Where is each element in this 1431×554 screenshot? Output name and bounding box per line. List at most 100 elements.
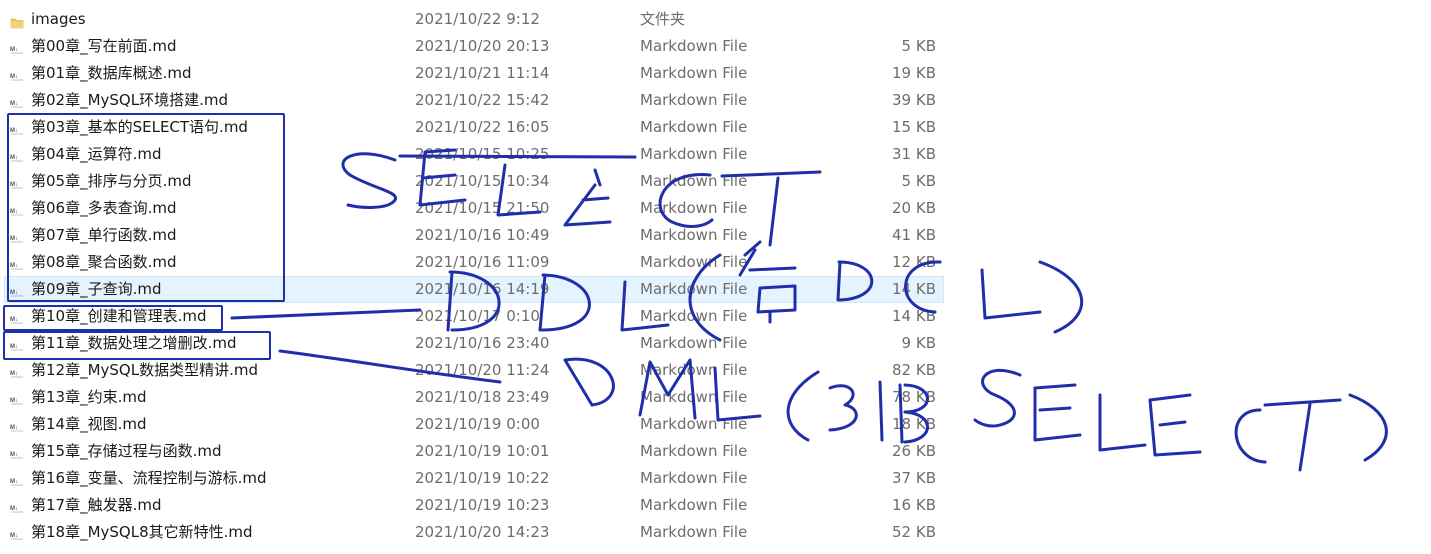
file-name: 第00章_写在前面.md — [31, 37, 177, 55]
svg-text:M↓: M↓ — [10, 182, 18, 188]
svg-text:M↓: M↓ — [10, 128, 18, 134]
file-modified-date: 2021/10/20 11:24 — [415, 361, 550, 379]
file-row[interactable]: M↓ 第12章_MySQL数据类型精讲.md 2021/10/20 11:24 Mar… — [0, 357, 1431, 384]
file-size: 16 KB — [892, 496, 936, 514]
file-size: 18 KB — [892, 415, 936, 433]
file-row[interactable]: M↓ 第02章_MySQL环境搭建.md 2021/10/22 15:42 Markd… — [0, 87, 1431, 114]
svg-text:M↓: M↓ — [10, 479, 18, 485]
file-type: Markdown File — [640, 118, 748, 136]
file-row[interactable]: M↓ 第18章_MySQL8其它新特性.md 2021/10/20 14:23 Mar… — [0, 519, 1431, 546]
file-type: Markdown File — [640, 307, 748, 325]
file-modified-date: 2021/10/15 21:50 — [415, 199, 550, 217]
markdown-file-icon: M↓ — [10, 228, 24, 243]
file-size: 41 KB — [892, 226, 936, 244]
file-row[interactable]: M↓ 第11章_数据处理之增删改.md 2021/10/16 23:40 Markdo… — [0, 330, 1431, 357]
svg-text:M↓: M↓ — [10, 371, 18, 377]
markdown-file-icon: M↓ — [10, 282, 24, 297]
markdown-file-icon: M↓ — [10, 255, 24, 270]
file-size: 26 KB — [892, 442, 936, 460]
file-size: 37 KB — [892, 469, 936, 487]
markdown-file-icon: M↓ — [10, 201, 24, 216]
file-modified-date: 2021/10/16 23:40 — [415, 334, 550, 352]
file-modified-date: 2021/10/19 10:22 — [415, 469, 550, 487]
file-type: Markdown File — [640, 469, 748, 487]
file-size: 15 KB — [892, 118, 936, 136]
file-type: Markdown File — [640, 334, 748, 352]
file-size: 82 KB — [892, 361, 936, 379]
file-row[interactable]: M↓ 第14章_视图.md 2021/10/19 0:00 Markdown File… — [0, 411, 1431, 438]
file-row[interactable]: M↓ 第06章_多表查询.md 2021/10/15 21:50 Markdown F… — [0, 195, 1431, 222]
file-row[interactable]: images 2021/10/22 9:12 文件夹 — [0, 6, 1431, 33]
svg-text:M↓: M↓ — [10, 263, 18, 269]
svg-text:M↓: M↓ — [10, 506, 18, 512]
markdown-file-icon: M↓ — [10, 93, 24, 108]
file-size: 5 KB — [901, 172, 936, 190]
file-type: Markdown File — [640, 442, 748, 460]
markdown-file-icon: M↓ — [10, 309, 24, 324]
file-row[interactable]: M↓ 第13章_约束.md 2021/10/18 23:49 Markdown Fil… — [0, 384, 1431, 411]
file-size: 14 KB — [892, 280, 936, 298]
file-type: Markdown File — [640, 199, 748, 217]
svg-text:M↓: M↓ — [10, 425, 18, 431]
file-row[interactable]: M↓ 第03章_基本的SELECT语句.md 2021/10/22 16:05 Mar… — [0, 114, 1431, 141]
file-size: 78 KB — [892, 388, 936, 406]
file-size: 31 KB — [892, 145, 936, 163]
svg-text:M↓: M↓ — [10, 533, 18, 539]
file-type: Markdown File — [640, 145, 748, 163]
file-list: images 2021/10/22 9:12 文件夹 M↓ 第00章_写在前面.md 20… — [0, 6, 1431, 546]
file-modified-date: 2021/10/19 0:00 — [415, 415, 540, 433]
markdown-file-icon: M↓ — [10, 147, 24, 162]
file-modified-date: 2021/10/20 14:23 — [415, 523, 550, 541]
file-modified-date: 2021/10/22 16:05 — [415, 118, 550, 136]
markdown-file-icon: M↓ — [10, 498, 24, 513]
file-row[interactable]: M↓ 第05章_排序与分页.md 2021/10/15 10:34 Markdown … — [0, 168, 1431, 195]
file-name: 第01章_数据库概述.md — [31, 64, 192, 82]
file-size: 14 KB — [892, 307, 936, 325]
file-modified-date: 2021/10/16 14:19 — [415, 280, 550, 298]
markdown-file-icon: M↓ — [10, 471, 24, 486]
file-modified-date: 2021/10/22 9:12 — [415, 10, 540, 28]
file-row[interactable]: M↓ 第09章_子查询.md 2021/10/16 14:19 Markdown Fi… — [4, 276, 944, 303]
file-size: 52 KB — [892, 523, 936, 541]
file-row[interactable]: M↓ 第16章_变量、流程控制与游标.md 2021/10/19 10:22 Mark… — [0, 465, 1431, 492]
file-type: Markdown File — [640, 415, 748, 433]
file-name: 第18章_MySQL8其它新特性.md — [31, 523, 253, 541]
file-row[interactable]: M↓ 第07章_单行函数.md 2021/10/16 10:49 Markdown F… — [0, 222, 1431, 249]
file-modified-date: 2021/10/21 11:14 — [415, 64, 550, 82]
svg-text:M↓: M↓ — [10, 398, 18, 404]
markdown-file-icon: M↓ — [10, 417, 24, 432]
file-row[interactable]: M↓ 第00章_写在前面.md 2021/10/20 20:13 Markdown F… — [0, 33, 1431, 60]
file-name: 第08章_聚合函数.md — [31, 253, 177, 271]
markdown-file-icon: M↓ — [10, 120, 24, 135]
file-row[interactable]: M↓ 第08章_聚合函数.md 2021/10/16 11:09 Markdown F… — [0, 249, 1431, 276]
file-type: Markdown File — [640, 91, 748, 109]
file-type: Markdown File — [640, 361, 748, 379]
file-name: 第05章_排序与分页.md — [31, 172, 192, 190]
file-type: Markdown File — [640, 253, 748, 271]
file-size: 20 KB — [892, 199, 936, 217]
file-row[interactable]: M↓ 第10章_创建和管理表.md 2021/10/17 0:10 Markdown … — [0, 303, 1431, 330]
file-row[interactable]: M↓ 第17章_触发器.md 2021/10/19 10:23 Markdown Fi… — [0, 492, 1431, 519]
markdown-file-icon: M↓ — [10, 66, 24, 81]
file-modified-date: 2021/10/19 10:01 — [415, 442, 550, 460]
file-name: 第17章_触发器.md — [31, 496, 162, 514]
file-name: 第07章_单行函数.md — [31, 226, 177, 244]
markdown-file-icon: M↓ — [10, 336, 24, 351]
markdown-file-icon: M↓ — [10, 39, 24, 54]
markdown-file-icon: M↓ — [10, 363, 24, 378]
markdown-file-icon: M↓ — [10, 444, 24, 459]
file-type: Markdown File — [640, 496, 748, 514]
file-type: Markdown File — [640, 523, 748, 541]
file-row[interactable]: M↓ 第04章_运算符.md 2021/10/15 10:25 Markdown Fi… — [0, 141, 1431, 168]
file-type: Markdown File — [640, 388, 748, 406]
markdown-file-icon: M↓ — [10, 525, 24, 540]
file-modified-date: 2021/10/15 10:34 — [415, 172, 550, 190]
file-name: 第04章_运算符.md — [31, 145, 162, 163]
svg-text:M↓: M↓ — [10, 155, 18, 161]
file-row[interactable]: M↓ 第01章_数据库概述.md 2021/10/21 11:14 Markdown … — [0, 60, 1431, 87]
markdown-file-icon: M↓ — [10, 174, 24, 189]
file-modified-date: 2021/10/22 15:42 — [415, 91, 550, 109]
file-modified-date: 2021/10/20 20:13 — [415, 37, 550, 55]
file-name: 第15章_存储过程与函数.md — [31, 442, 222, 460]
file-row[interactable]: M↓ 第15章_存储过程与函数.md 2021/10/19 10:01 Markdow… — [0, 438, 1431, 465]
